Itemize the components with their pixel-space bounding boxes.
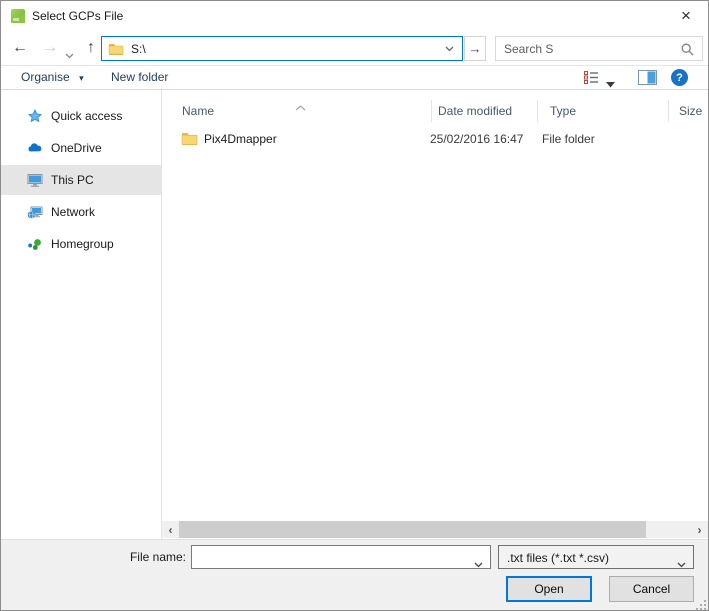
view-options-caret-icon[interactable] bbox=[606, 75, 615, 93]
footer-panel: File name: .txt files (*.txt *.csv) Open… bbox=[1, 539, 708, 610]
homegroup-icon bbox=[27, 236, 43, 252]
cancel-button[interactable]: Cancel bbox=[609, 576, 694, 602]
folder-icon bbox=[181, 131, 198, 150]
sidebar-item-this-pc[interactable]: This PC bbox=[1, 165, 161, 195]
scrollbar-thumb[interactable] bbox=[179, 521, 646, 538]
file-name-combobox[interactable] bbox=[191, 545, 491, 569]
sidebar-item-label: Network bbox=[51, 205, 96, 219]
search-icon[interactable] bbox=[681, 43, 694, 61]
toolbar-top-divider bbox=[1, 65, 708, 66]
file-type-combobox[interactable]: .txt files (*.txt *.csv) bbox=[498, 545, 694, 569]
monitor-icon bbox=[27, 172, 43, 188]
back-button[interactable]: ← bbox=[7, 31, 33, 65]
sidebar-item-label: Homegroup bbox=[51, 237, 114, 251]
recent-locations-chevron-icon[interactable] bbox=[65, 46, 74, 64]
column-header-type[interactable]: Type bbox=[550, 104, 576, 118]
folder-icon bbox=[108, 42, 124, 55]
address-text: S:\ bbox=[131, 41, 146, 56]
app-icon bbox=[10, 8, 26, 24]
new-folder-button[interactable]: New folder bbox=[111, 65, 168, 89]
address-chevron-icon[interactable] bbox=[445, 46, 454, 52]
organise-caret-icon: ▾ bbox=[79, 73, 84, 83]
cloud-icon bbox=[27, 140, 43, 156]
title-bar: Select GCPs File × bbox=[1, 1, 708, 31]
chevron-down-icon[interactable] bbox=[474, 555, 483, 573]
chevron-down-icon[interactable] bbox=[677, 555, 686, 573]
close-button[interactable]: × bbox=[664, 1, 708, 31]
select-gcps-dialog: Select GCPs File × ← → ↑ S:\ → Search S … bbox=[0, 0, 709, 611]
search-input[interactable] bbox=[496, 37, 702, 60]
column-divider[interactable] bbox=[668, 100, 669, 122]
sidebar-item-onedrive[interactable]: OneDrive bbox=[1, 133, 161, 163]
address-bar[interactable]: S:\ bbox=[101, 36, 463, 61]
file-name-label: File name: bbox=[129, 550, 186, 564]
sidebar: Quick access OneDrive This PC Network Ho… bbox=[1, 90, 161, 539]
sidebar-divider bbox=[161, 90, 162, 539]
column-header-size[interactable]: Size bbox=[679, 104, 702, 118]
sidebar-item-network[interactable]: Network bbox=[1, 197, 161, 227]
help-button[interactable]: ? bbox=[671, 69, 688, 86]
preview-pane-icon[interactable] bbox=[638, 70, 657, 90]
sidebar-item-label: This PC bbox=[51, 173, 94, 187]
search-box[interactable] bbox=[495, 36, 703, 61]
horizontal-scrollbar[interactable]: ‹ › bbox=[162, 521, 708, 538]
file-type: File folder bbox=[542, 132, 595, 146]
file-name: Pix4Dmapper bbox=[204, 132, 277, 146]
sort-ascending-icon bbox=[295, 98, 306, 116]
column-divider[interactable] bbox=[537, 100, 538, 122]
view-options-icon[interactable] bbox=[584, 71, 599, 89]
star-icon bbox=[27, 108, 43, 124]
column-divider[interactable] bbox=[431, 100, 432, 122]
column-header-date-modified[interactable]: Date modified bbox=[438, 104, 512, 118]
organise-button[interactable]: Organise ▾ bbox=[21, 65, 84, 89]
column-header-name[interactable]: Name bbox=[182, 104, 214, 118]
forward-button[interactable]: → bbox=[37, 31, 63, 65]
sidebar-item-label: Quick access bbox=[51, 109, 123, 123]
resize-grip[interactable] bbox=[695, 598, 707, 610]
up-button[interactable]: ↑ bbox=[79, 31, 103, 65]
sidebar-item-homegroup[interactable]: Homegroup bbox=[1, 229, 161, 259]
sidebar-item-label: OneDrive bbox=[51, 141, 102, 155]
window-title: Select GCPs File bbox=[32, 9, 124, 23]
file-type-value: .txt files (*.txt *.csv) bbox=[507, 551, 610, 565]
file-name-input[interactable] bbox=[192, 546, 490, 568]
scroll-left-icon[interactable]: ‹ bbox=[162, 521, 179, 538]
organise-label: Organise bbox=[21, 70, 70, 84]
file-date-modified: 25/02/2016 16:47 bbox=[430, 132, 524, 146]
new-folder-label: New folder bbox=[111, 70, 169, 84]
help-glyph: ? bbox=[676, 71, 683, 84]
go-button[interactable]: → bbox=[464, 36, 486, 61]
scroll-right-icon[interactable]: › bbox=[691, 521, 708, 538]
network-icon bbox=[27, 204, 43, 220]
sidebar-item-quick-access[interactable]: Quick access bbox=[1, 101, 161, 131]
file-row[interactable]: Pix4Dmapper 25/02/2016 16:47 File folder bbox=[162, 128, 708, 150]
open-button[interactable]: Open bbox=[506, 576, 592, 602]
